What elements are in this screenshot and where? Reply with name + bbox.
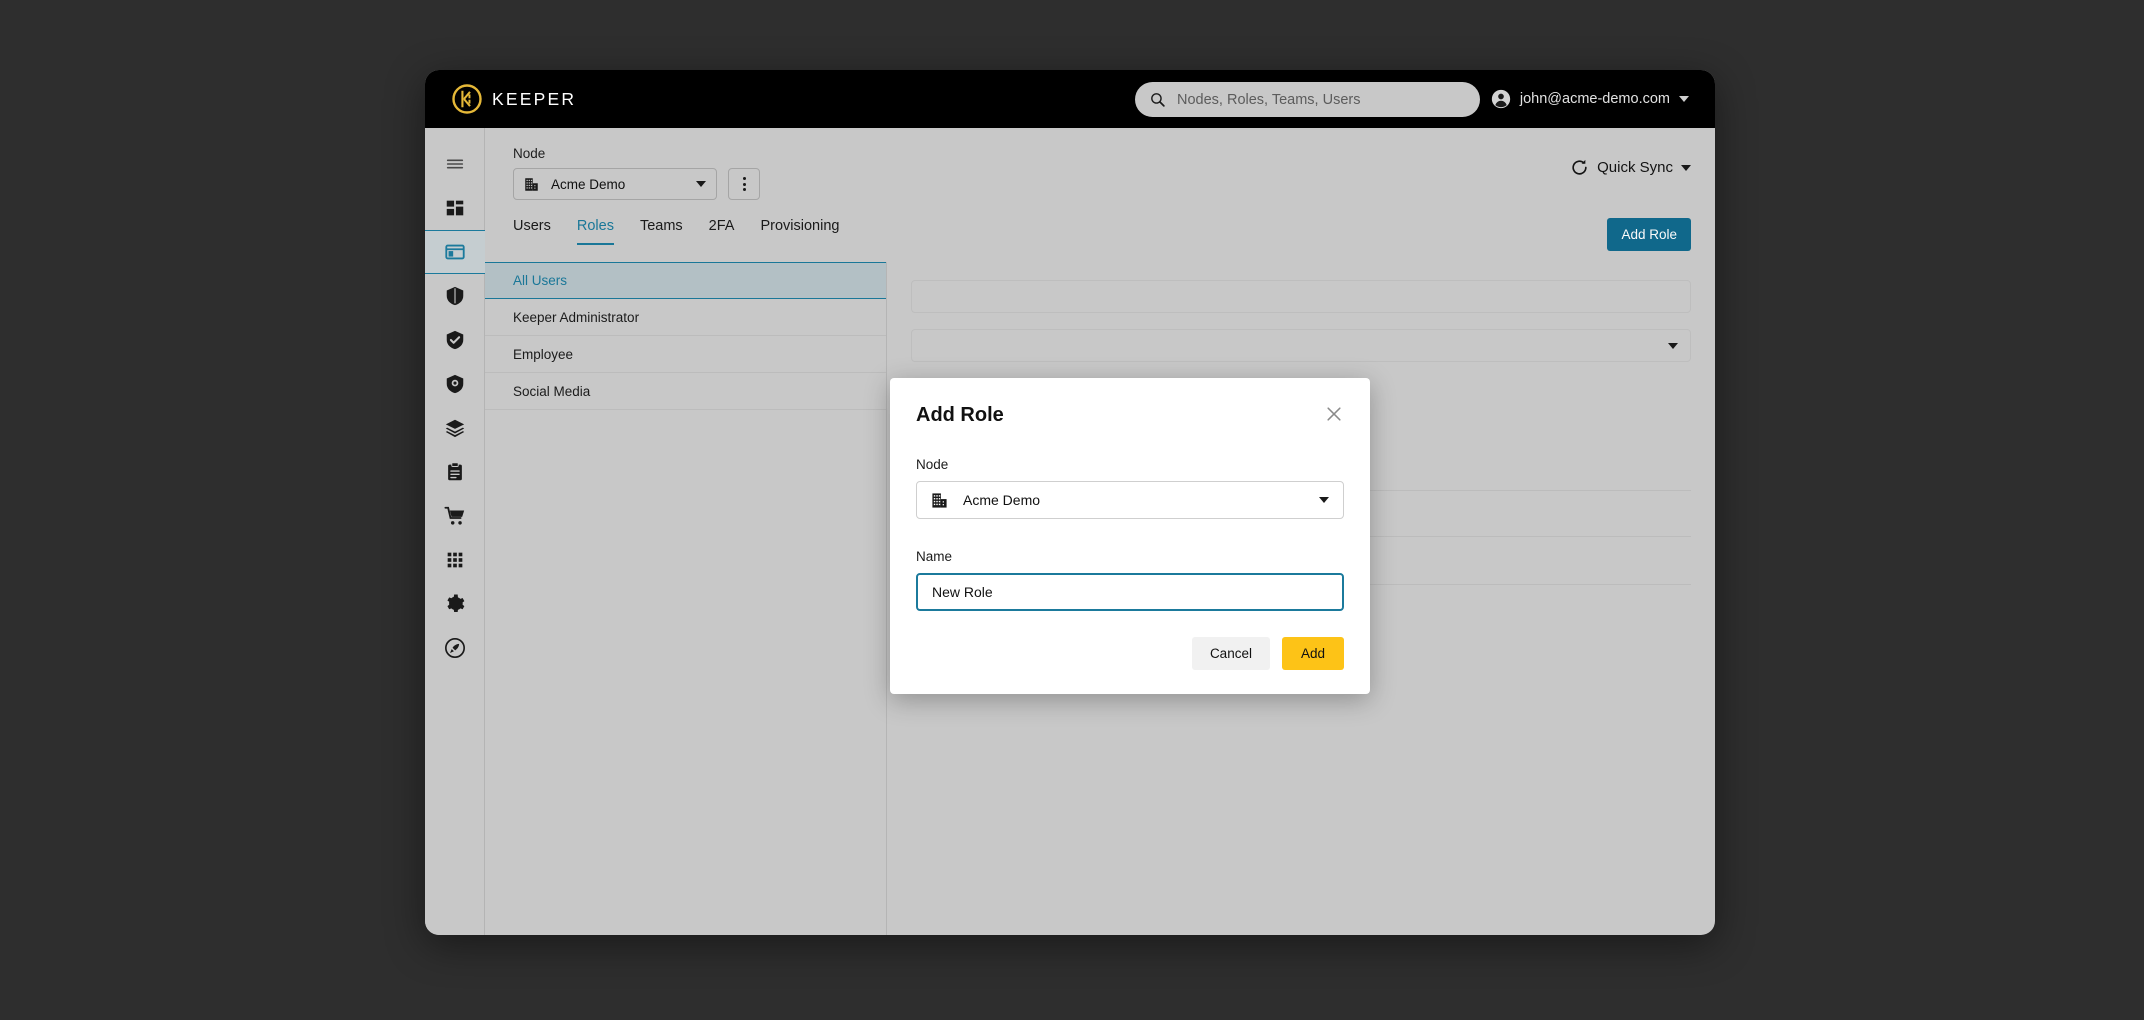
dialog-title: Add Role	[916, 404, 1004, 426]
shield-eye-icon	[446, 374, 463, 394]
dialog-node-select[interactable]: Acme Demo	[916, 481, 1344, 519]
app-window: KEEPER john@acme-demo.com	[425, 70, 1715, 935]
search-box[interactable]	[1135, 82, 1480, 117]
main-content: Node Acme Demo Quick Sync Users Roles Te…	[485, 128, 1715, 935]
building-icon	[932, 492, 947, 508]
dialog-name-label: Name	[916, 549, 953, 564]
account-circle-icon	[1491, 89, 1511, 109]
account-email: john@acme-demo.com	[1519, 91, 1670, 107]
close-icon[interactable]	[1324, 404, 1344, 424]
add-button[interactable]: Add	[1281, 637, 1344, 670]
brand-name: KEEPER	[492, 88, 577, 109]
sidebar-item-admin[interactable]	[425, 230, 485, 274]
cancel-button[interactable]: Cancel	[1191, 637, 1270, 670]
sidebar-item-whats-new[interactable]	[425, 626, 485, 670]
gear-icon	[446, 594, 464, 613]
dialog-name-input[interactable]	[916, 573, 1344, 611]
sidebar-item-dashboard[interactable]	[425, 186, 485, 230]
sidebar-item-settings[interactable]	[425, 582, 485, 626]
search-icon	[1151, 93, 1165, 107]
layers-icon	[445, 419, 464, 438]
sidebar-item-compliance[interactable]	[425, 318, 485, 362]
apps-grid-icon	[447, 552, 462, 568]
clipboard-icon	[447, 462, 462, 481]
cart-icon	[443, 506, 464, 525]
shield-icon	[446, 286, 463, 306]
sidebar-item-advanced-reporting[interactable]	[425, 362, 485, 406]
icon-rail	[425, 128, 485, 935]
sidebar-item-apps[interactable]	[425, 538, 485, 582]
dashboard-grid-icon	[446, 200, 463, 216]
sidebar-item-secrets-manager[interactable]	[425, 406, 485, 450]
sidebar-item-reports[interactable]	[425, 450, 485, 494]
menu-toggle[interactable]	[425, 142, 485, 186]
sidebar-item-security[interactable]	[425, 274, 485, 318]
top-bar: KEEPER john@acme-demo.com	[425, 70, 1715, 128]
keeper-logo-icon	[452, 84, 482, 114]
account-menu[interactable]: john@acme-demo.com	[1491, 70, 1689, 128]
search-input[interactable]	[1177, 91, 1466, 108]
chevron-down-icon	[1319, 497, 1329, 503]
shield-check-icon	[446, 330, 463, 350]
dialog-node-value: Acme Demo	[963, 492, 1041, 508]
dialog-node-label: Node	[916, 457, 949, 472]
add-role-dialog: Add Role Node Acme Demo Name New Role Ca…	[890, 378, 1370, 694]
admin-panel-icon	[444, 244, 465, 260]
sidebar-item-subscriptions[interactable]	[425, 494, 485, 538]
dialog-header: Add Role	[916, 404, 1344, 427]
rocket-icon	[444, 638, 465, 658]
hamburger-menu-icon	[446, 159, 463, 169]
chevron-down-icon	[1679, 96, 1689, 102]
brand[interactable]: KEEPER	[452, 84, 576, 114]
dialog-actions: Cancel Add	[916, 637, 1344, 670]
